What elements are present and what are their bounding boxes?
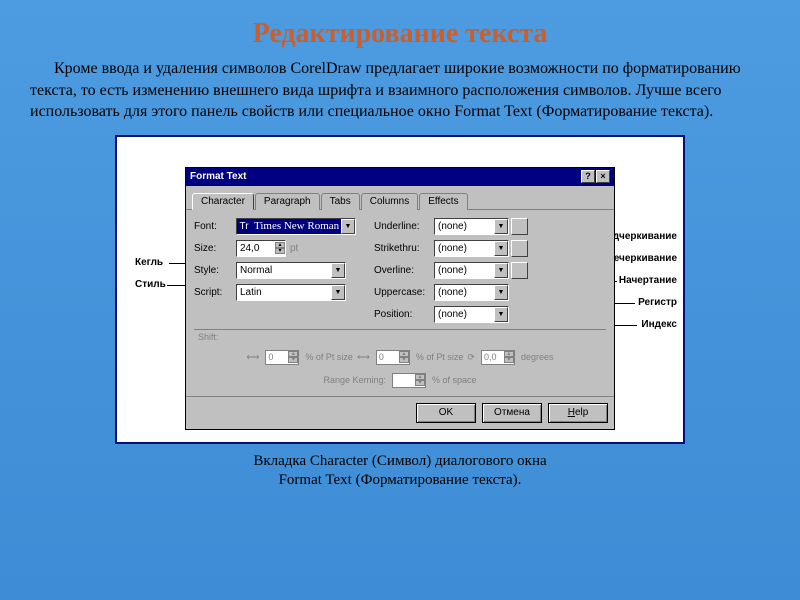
caption-line-2: Format Text (Форматирование текста). — [0, 471, 800, 491]
close-icon[interactable]: × — [596, 170, 610, 183]
position-value: (none) — [435, 309, 494, 320]
dialog-buttons: OK Отмена Help — [186, 396, 614, 429]
underline-edit-icon[interactable] — [511, 218, 528, 235]
body-paragraph: Кроме ввода и удаления символов CorelDra… — [0, 58, 800, 131]
shift-h-field: 0▴▾ — [265, 350, 299, 365]
overline-label: Overline: — [374, 265, 434, 276]
annotated-screenshot: Гарнитура Кегль Стиль Подчеркивание Пере… — [123, 167, 677, 430]
annotation-uppercase: Регистр — [638, 297, 677, 308]
chevron-down-icon[interactable]: ▼ — [494, 285, 508, 300]
underline-value: (none) — [435, 221, 494, 232]
chevron-down-icon[interactable]: ▼ — [494, 241, 508, 256]
ok-button[interactable]: OK — [416, 403, 476, 423]
spin-down-icon[interactable]: ▾ — [275, 248, 285, 254]
underline-label: Underline: — [374, 221, 434, 232]
chevron-down-icon[interactable]: ▼ — [331, 285, 345, 300]
style-combo[interactable]: Normal ▼ — [236, 262, 346, 279]
range-kerning-label: Range Kerning: — [323, 375, 386, 385]
chevron-down-icon[interactable]: ▼ — [331, 263, 345, 278]
shift-controls: ⟷ 0▴▾ % of Pt size ⟷ 0▴▾ % of Pt size ⟳ … — [194, 350, 606, 365]
shift-label: Shift: — [194, 332, 606, 342]
rotate-unit: degrees — [521, 352, 554, 362]
font-combo[interactable]: Tr Times New Roman ▼ — [236, 218, 356, 235]
annotation-style: Стиль — [135, 279, 166, 290]
help-icon[interactable]: ? — [581, 170, 595, 183]
dialog-titlebar[interactable]: Format Text ? × — [186, 168, 614, 186]
cancel-button[interactable]: Отмена — [482, 403, 542, 423]
size-field[interactable]: 24,0 ▴▾ — [236, 240, 286, 257]
strikethru-combo[interactable]: (none) ▼ — [434, 240, 509, 257]
font-label: Font: — [194, 221, 236, 232]
size-value: 24,0 — [237, 243, 275, 254]
position-label: Position: — [374, 309, 434, 320]
slide-title: Редактирование текста — [0, 0, 800, 58]
figure-container: Гарнитура Кегль Стиль Подчеркивание Пере… — [0, 131, 800, 444]
dialog-title: Format Text — [190, 171, 247, 182]
tab-paragraph[interactable]: Paragraph — [255, 193, 320, 210]
tab-strip: Character Paragraph Tabs Columns Effects — [186, 186, 614, 210]
chevron-down-icon[interactable]: ▼ — [494, 263, 508, 278]
overline-edit-icon[interactable] — [511, 262, 528, 279]
tab-columns[interactable]: Columns — [361, 193, 418, 210]
tab-character[interactable]: Character — [192, 193, 254, 210]
shift-h-unit: % of Pt size — [305, 352, 353, 362]
annotation-kegl: Кегль — [135, 257, 163, 268]
character-panel: Font: Tr Times New Roman ▼ Underline: (n… — [186, 210, 614, 396]
format-text-dialog: Format Text ? × Character Paragraph Tabs… — [185, 167, 615, 430]
caption-line-1: Вкладка Character (Символ) диалогового о… — [0, 452, 800, 472]
uppercase-label: Uppercase: — [374, 287, 434, 298]
tab-tabs[interactable]: Tabs — [321, 193, 360, 210]
style-value: Normal — [237, 265, 331, 276]
figure-caption: Вкладка Character (Символ) диалогового о… — [0, 444, 800, 491]
chevron-down-icon[interactable]: ▼ — [494, 307, 508, 322]
chevron-down-icon[interactable]: ▼ — [341, 219, 355, 234]
kerning-field: ▴▾ — [392, 373, 426, 388]
strikethru-edit-icon[interactable] — [511, 240, 528, 257]
uppercase-value: (none) — [435, 287, 494, 298]
help-button[interactable]: Help — [548, 403, 608, 423]
kerning-controls: Range Kerning: ▴▾ % of space — [194, 373, 606, 388]
uppercase-combo[interactable]: (none) ▼ — [434, 284, 509, 301]
position-combo[interactable]: (none) ▼ — [434, 306, 509, 323]
annotation-position: Индекс — [641, 319, 677, 330]
style-label: Style: — [194, 265, 236, 276]
annotation-overline: Начертание — [619, 275, 677, 286]
chevron-down-icon[interactable]: ▼ — [494, 219, 508, 234]
figure-border: Гарнитура Кегль Стиль Подчеркивание Пере… — [115, 135, 685, 444]
shift-v-field: 0▴▾ — [376, 350, 410, 365]
script-value: Latin — [237, 287, 331, 298]
pt-unit: pt — [290, 243, 298, 254]
script-label: Script: — [194, 287, 236, 298]
script-combo[interactable]: Latin ▼ — [236, 284, 346, 301]
overline-combo[interactable]: (none) ▼ — [434, 262, 509, 279]
rotate-field: 0,0▴▾ — [481, 350, 515, 365]
shift-v-unit: % of Pt size — [416, 352, 464, 362]
overline-value: (none) — [435, 265, 494, 276]
strikethru-value: (none) — [435, 243, 494, 254]
underline-combo[interactable]: (none) ▼ — [434, 218, 509, 235]
strikethru-label: Strikethru: — [374, 243, 434, 254]
font-value: Times New Roman — [251, 220, 341, 232]
size-label: Size: — [194, 243, 236, 254]
kerning-unit: % of space — [432, 375, 477, 385]
tab-effects[interactable]: Effects — [419, 193, 467, 210]
